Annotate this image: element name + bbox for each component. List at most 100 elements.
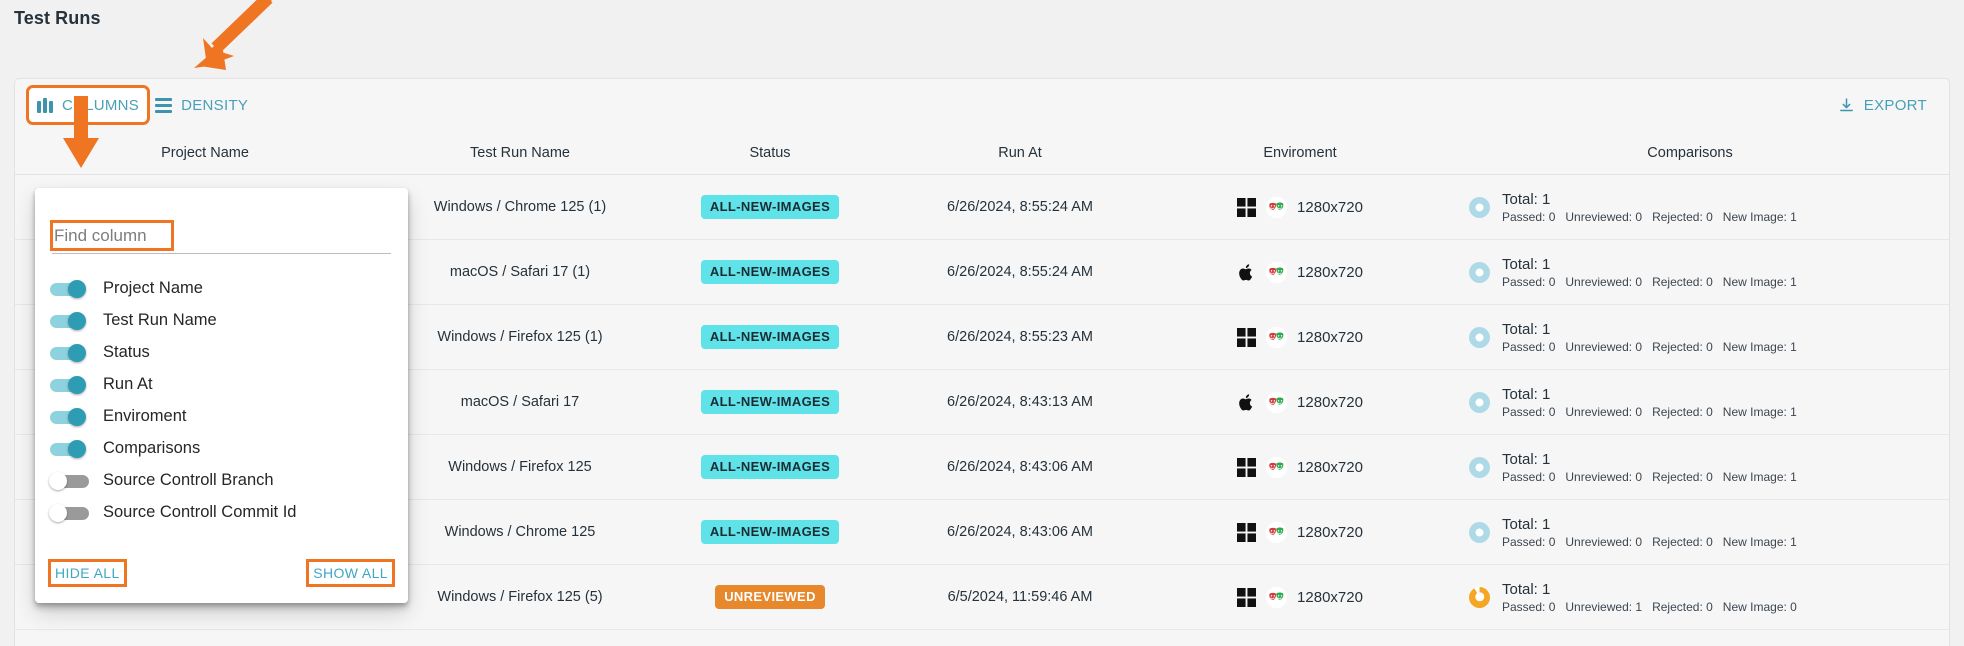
comparisons-new-image: New Image: 1	[1723, 340, 1797, 354]
apple-logo-icon	[1237, 263, 1256, 282]
column-toggle-item[interactable]: Project Name	[49, 276, 394, 301]
cell-test-run-name: Windows / Firefox 125 (1)	[395, 329, 645, 345]
comparisons-total: Total: 1	[1502, 581, 1797, 598]
find-column-field	[49, 224, 394, 254]
playwright-masks-icon	[1266, 262, 1287, 283]
column-visibility-switch[interactable]	[49, 440, 89, 458]
cell-run-at: 6/26/2024, 8:55:24 AM	[895, 199, 1145, 215]
cell-enviroment: 1280x720	[1145, 197, 1455, 218]
column-toggle-label: Test Run Name	[103, 311, 217, 330]
resolution-label: 1280x720	[1297, 199, 1363, 216]
page-title: Test Runs	[14, 8, 101, 29]
comparisons-unreviewed: Unreviewed: 0	[1565, 340, 1642, 354]
annotation-arrow-to-columns-button	[160, 0, 280, 76]
export-button-label: EXPORT	[1864, 97, 1927, 114]
columns-panel-footer: HIDE ALL SHOW ALL	[49, 549, 394, 603]
windows-logo-icon	[1237, 523, 1256, 542]
cell-comparisons: Total: 1Passed: 0Unreviewed: 0Rejected: …	[1455, 256, 1935, 289]
windows-logo-icon	[1237, 458, 1256, 477]
cell-status: ALL-NEW-IMAGES	[645, 455, 895, 479]
comparisons-rejected: Rejected: 0	[1652, 340, 1713, 354]
column-visibility-switch[interactable]	[49, 280, 89, 298]
column-toggle-item[interactable]: Source Controll Commit Id	[49, 500, 394, 525]
cell-run-at: 6/26/2024, 8:55:23 AM	[895, 329, 1145, 345]
column-header-run-at[interactable]: Run At	[895, 145, 1145, 161]
find-column-input[interactable]	[52, 224, 391, 254]
column-visibility-switch[interactable]	[49, 472, 89, 490]
export-button[interactable]: EXPORT	[1830, 88, 1935, 122]
hide-all-button[interactable]: HIDE ALL	[51, 562, 124, 584]
columns-button-label: COLUMNS	[62, 97, 139, 114]
column-header-comparisons[interactable]: Comparisons	[1455, 145, 1935, 161]
comparisons-total: Total: 1	[1502, 191, 1797, 208]
column-header-status[interactable]: Status	[645, 145, 895, 161]
windows-logo-icon	[1237, 328, 1256, 347]
status-badge: ALL-NEW-IMAGES	[701, 325, 839, 349]
comparison-progress-donut-icon	[1469, 457, 1490, 478]
column-visibility-switch[interactable]	[49, 504, 89, 522]
column-toggle-item[interactable]: Enviroment	[49, 404, 394, 429]
resolution-label: 1280x720	[1297, 329, 1363, 346]
cell-enviroment: 1280x720	[1145, 262, 1455, 283]
resolution-label: 1280x720	[1297, 524, 1363, 541]
cell-comparisons: Total: 1Passed: 0Unreviewed: 0Rejected: …	[1455, 516, 1935, 549]
column-header-project-name[interactable]: Project Name	[15, 145, 395, 161]
comparisons-total: Total: 1	[1502, 516, 1797, 533]
comparisons-rejected: Rejected: 0	[1652, 470, 1713, 484]
columns-button[interactable]: COLUMNS	[29, 88, 147, 122]
comparisons-rejected: Rejected: 0	[1652, 535, 1713, 549]
density-button[interactable]: DENSITY	[147, 88, 256, 122]
data-grid-toolbar: COLUMNS DENSITY EXPORT	[15, 79, 1949, 131]
column-visibility-switch[interactable]	[49, 408, 89, 426]
cell-enviroment: 1280x720	[1145, 587, 1455, 608]
playwright-masks-icon	[1266, 392, 1287, 413]
status-badge: ALL-NEW-IMAGES	[701, 455, 839, 479]
resolution-label: 1280x720	[1297, 394, 1363, 411]
download-icon	[1838, 97, 1855, 114]
comparisons-unreviewed: Unreviewed: 0	[1565, 275, 1642, 289]
cell-test-run-name: macOS / Safari 17	[395, 394, 645, 410]
comparisons-passed: Passed: 0	[1502, 470, 1555, 484]
column-toggle-item[interactable]: Source Controll Branch	[49, 468, 394, 493]
comparisons-total: Total: 1	[1502, 256, 1797, 273]
column-header-test-run-name[interactable]: Test Run Name	[395, 145, 645, 161]
cell-enviroment: 1280x720	[1145, 392, 1455, 413]
density-icon	[155, 98, 172, 113]
status-badge: ALL-NEW-IMAGES	[701, 260, 839, 284]
comparisons-unreviewed: Unreviewed: 0	[1565, 405, 1642, 419]
cell-test-run-name: macOS / Safari 17 (1)	[395, 264, 645, 280]
column-toggle-item[interactable]: Status	[49, 340, 394, 365]
column-visibility-switch[interactable]	[49, 376, 89, 394]
show-all-button[interactable]: SHOW ALL	[309, 562, 392, 584]
comparisons-rejected: Rejected: 0	[1652, 210, 1713, 224]
cell-run-at: 6/26/2024, 8:43:06 AM	[895, 524, 1145, 540]
playwright-masks-icon	[1266, 197, 1287, 218]
column-visibility-switch[interactable]	[49, 344, 89, 362]
cell-comparisons: Total: 1Passed: 0Unreviewed: 0Rejected: …	[1455, 386, 1935, 419]
cell-status: ALL-NEW-IMAGES	[645, 260, 895, 284]
comparisons-total: Total: 1	[1502, 386, 1797, 403]
column-visibility-switch[interactable]	[49, 312, 89, 330]
cell-status: UNREVIEWED	[645, 585, 895, 609]
table-header-row: Project Name Test Run Name Status Run At…	[15, 131, 1949, 175]
comparisons-new-image: New Image: 1	[1723, 470, 1797, 484]
comparisons-new-image: New Image: 1	[1723, 405, 1797, 419]
column-toggle-item[interactable]: Test Run Name	[49, 308, 394, 333]
comparisons-total: Total: 1	[1502, 451, 1797, 468]
playwright-masks-icon	[1266, 457, 1287, 478]
comparisons-rejected: Rejected: 0	[1652, 405, 1713, 419]
column-toggle-label: Run At	[103, 375, 153, 394]
comparison-progress-donut-icon	[1469, 392, 1490, 413]
app-root: Test Runs COLUMNS DENSITY EXPORT	[0, 0, 1964, 646]
column-header-enviroment[interactable]: Enviroment	[1145, 145, 1455, 161]
cell-comparisons: Total: 1Passed: 0Unreviewed: 0Rejected: …	[1455, 321, 1935, 354]
cell-test-run-name: Windows / Chrome 125 (1)	[395, 199, 645, 215]
column-toggle-label: Comparisons	[103, 439, 200, 458]
comparisons-rejected: Rejected: 0	[1652, 600, 1713, 614]
column-toggle-item[interactable]: Comparisons	[49, 436, 394, 461]
resolution-label: 1280x720	[1297, 264, 1363, 281]
playwright-masks-icon	[1266, 522, 1287, 543]
cell-run-at: 6/26/2024, 8:43:13 AM	[895, 394, 1145, 410]
comparisons-new-image: New Image: 1	[1723, 210, 1797, 224]
column-toggle-item[interactable]: Run At	[49, 372, 394, 397]
